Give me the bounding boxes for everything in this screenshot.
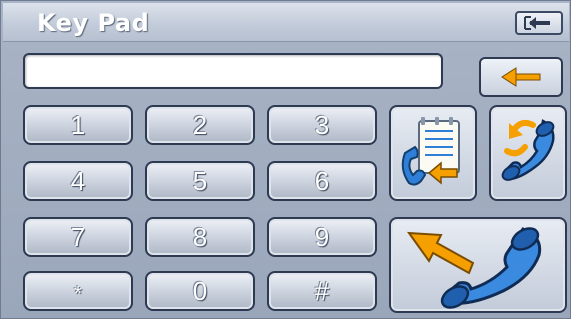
backspace-button[interactable] bbox=[479, 57, 563, 97]
title-bar: Key Pad bbox=[3, 3, 569, 42]
keypad-window: Key Pad 1 2 3 4 5 6 7 8 9 * 0 # bbox=[0, 0, 571, 319]
key-3[interactable]: 3 bbox=[267, 105, 377, 145]
phonebook-icon bbox=[401, 117, 460, 186]
key-0[interactable]: 0 bbox=[145, 271, 255, 311]
key-star[interactable]: * bbox=[23, 271, 133, 311]
back-arrow-icon bbox=[501, 67, 541, 87]
key-6[interactable]: 6 bbox=[267, 161, 377, 201]
key-hash[interactable]: # bbox=[267, 271, 377, 311]
number-display[interactable] bbox=[23, 53, 443, 89]
exit-door-icon bbox=[524, 16, 550, 30]
contacts-button[interactable] bbox=[389, 105, 477, 201]
key-2[interactable]: 2 bbox=[145, 105, 255, 145]
call-button[interactable] bbox=[389, 217, 567, 313]
window-title: Key Pad bbox=[37, 9, 150, 37]
key-9[interactable]: 9 bbox=[267, 217, 377, 257]
key-7[interactable]: 7 bbox=[23, 217, 133, 257]
call-phone-icon bbox=[406, 227, 542, 309]
key-8[interactable]: 8 bbox=[145, 217, 255, 257]
exit-button[interactable] bbox=[515, 11, 563, 35]
key-5[interactable]: 5 bbox=[145, 161, 255, 201]
redial-button[interactable] bbox=[489, 105, 567, 201]
key-4[interactable]: 4 bbox=[23, 161, 133, 201]
redial-phone-icon bbox=[501, 119, 555, 181]
key-1[interactable]: 1 bbox=[23, 105, 133, 145]
